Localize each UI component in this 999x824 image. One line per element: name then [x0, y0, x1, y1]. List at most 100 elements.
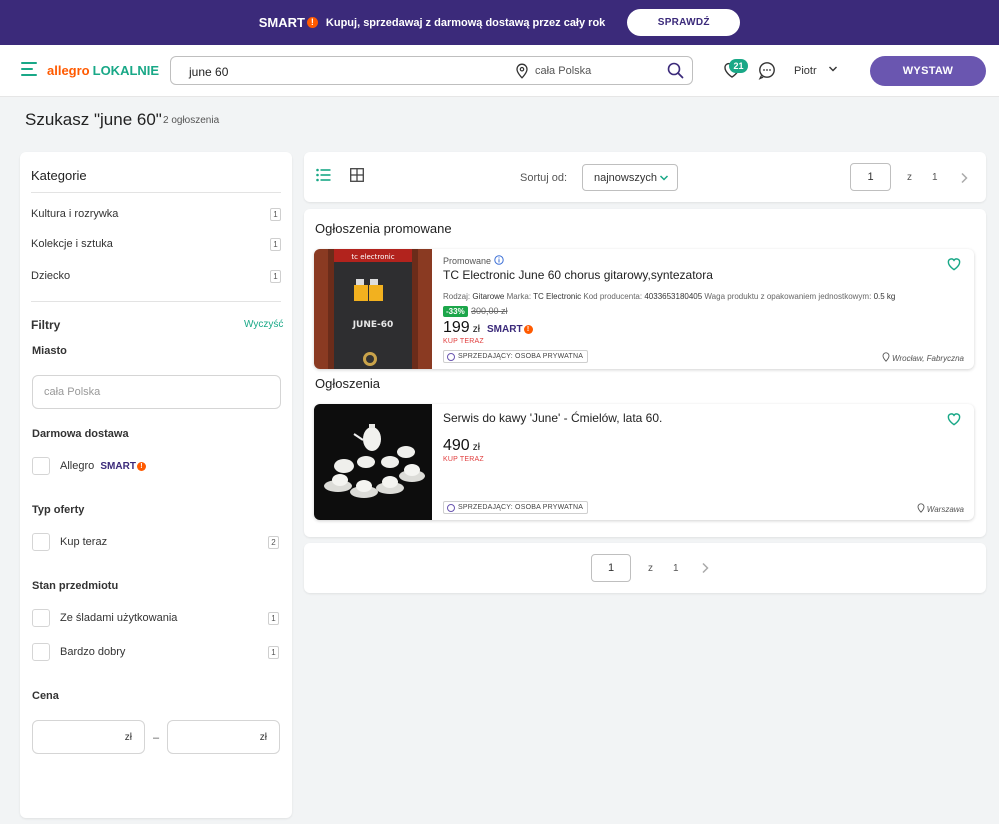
price-separator: –	[153, 732, 160, 744]
price-max-input[interactable]: zł	[167, 720, 280, 754]
listing-title[interactable]: Serwis do kawy 'June' - Ćmielów, lata 60…	[443, 411, 662, 425]
search-icon[interactable]	[667, 62, 684, 79]
grid-view-icon[interactable]	[350, 168, 364, 182]
results-count: 2 ogłoszenia	[163, 115, 220, 126]
sort-value: najnowszych	[594, 172, 657, 184]
smart-logo: SMART!	[100, 461, 146, 472]
smart-logo-text: SMART	[258, 15, 305, 30]
city-heading: Miasto	[32, 345, 67, 357]
listing-city-text: Wrocław, Fabryczna	[891, 354, 964, 363]
city-input[interactable]: cała Polska	[32, 375, 281, 409]
listing-city-text: Warszawa	[926, 505, 964, 514]
category-item[interactable]: Kolekcje i sztuka 1	[31, 238, 281, 254]
price-value: 490	[443, 437, 470, 454]
chevron-right-icon[interactable]	[960, 172, 968, 184]
listing-card[interactable]: Serwis do kawy 'June' - Ćmielów, lata 60…	[314, 404, 974, 520]
param-key: Kod producenta:	[583, 292, 643, 301]
category-label: Kolekcje i sztuka	[31, 238, 113, 250]
city-placeholder: cała Polska	[44, 386, 101, 398]
listing-params: Rodzaj: Gitarowe Marka: TC Electronic Ko…	[443, 292, 895, 301]
promoted-label: Promowane	[443, 255, 504, 266]
delivery-option-label: Allegro	[60, 460, 95, 472]
condition-used-label[interactable]: Ze śladami użytkowania	[60, 612, 177, 624]
smart-logo-text: SMART	[100, 461, 136, 472]
listing-title[interactable]: TC Electronic June 60 chorus gitarowy,sy…	[443, 268, 713, 282]
page-total: 1	[673, 563, 679, 574]
price-heading: Cena	[32, 690, 59, 702]
param-value: 0.5 kg	[873, 292, 896, 301]
category-count: 1	[270, 270, 281, 283]
condition-very-good-checkbox[interactable]	[32, 643, 50, 661]
smart-logo: SMART!	[487, 324, 533, 335]
price-value: 199	[443, 319, 470, 336]
filters-sidebar: Kategorie Kultura i rozrywka 1 Kolekcje i…	[20, 152, 292, 818]
page-title: Szukasz "june 60"	[25, 110, 162, 129]
category-label: Dziecko	[31, 270, 71, 282]
promoted-heading: Ogłoszenia promowane	[315, 221, 452, 236]
price-min-currency: zł	[124, 732, 132, 743]
categories-heading: Kategorie	[31, 168, 87, 183]
chevron-down-icon	[659, 175, 669, 181]
price-min-input[interactable]: zł	[32, 720, 145, 754]
page-input[interactable]: 1	[591, 554, 631, 582]
location-pin-icon	[516, 63, 528, 79]
sort-select[interactable]: najnowszych	[582, 164, 678, 191]
param-value: TC Electronic	[533, 292, 582, 301]
seller-badge: SPRZEDAJĄCY: OSOBA PRYWATNA	[443, 501, 589, 514]
condition-heading: Stan przedmiotu	[32, 580, 119, 592]
smart-logo-text: SMART	[487, 324, 523, 335]
buy-now-count: 2	[268, 536, 279, 549]
delivery-option[interactable]: Allegro SMART!	[60, 460, 146, 472]
user-menu[interactable]: Piotr	[794, 65, 817, 77]
old-price: 300,00 zł	[471, 306, 508, 316]
search-bar[interactable]: june 60 cała Polska	[170, 56, 693, 85]
chat-icon[interactable]	[757, 60, 777, 80]
listings-panel: Ogłoszenia promowane tc electronic JUNE-…	[304, 209, 986, 537]
page-input[interactable]: 1	[850, 163, 891, 191]
smart-badge-icon: !	[306, 17, 318, 28]
promoted-label-text: Promowane	[443, 256, 492, 266]
buy-now-label[interactable]: Kup teraz	[60, 536, 107, 548]
site-logo[interactable]: allegro LOKALNIE	[47, 63, 159, 78]
info-icon[interactable]	[493, 255, 504, 265]
buy-now-checkbox[interactable]	[32, 533, 50, 551]
menu-icon[interactable]	[21, 62, 37, 76]
page-total: 1	[932, 172, 938, 183]
buy-now-label: KUP TERAZ	[443, 338, 484, 345]
discount-badge: -33%	[443, 306, 468, 317]
listing-image[interactable]: tc electronic JUNE-60	[314, 249, 432, 369]
list-view-icon[interactable]	[316, 168, 331, 182]
smart-badge-icon: !	[523, 325, 533, 334]
listing-price: 490 zł	[443, 437, 480, 455]
offer-type-heading: Typ oferty	[32, 504, 85, 516]
heart-icon[interactable]	[946, 411, 962, 427]
param-key: Rodzaj:	[443, 292, 471, 301]
delivery-checkbox[interactable]	[32, 457, 50, 475]
chevron-right-icon[interactable]	[701, 562, 709, 574]
page-of-label: z	[648, 563, 653, 574]
condition-used-checkbox[interactable]	[32, 609, 50, 627]
heart-icon[interactable]	[946, 256, 962, 272]
listing-city: Warszawa	[917, 503, 964, 514]
search-input[interactable]: june 60	[189, 65, 228, 79]
page-of-label: z	[907, 172, 912, 183]
clear-filters-link[interactable]: Wyczyść	[244, 319, 283, 330]
condition-used-count: 1	[268, 612, 279, 625]
chevron-down-icon[interactable]	[828, 65, 838, 73]
watchlist-count-badge: 21	[729, 59, 748, 73]
image-model-text: JUNE-60	[352, 320, 394, 330]
category-count: 1	[270, 208, 281, 221]
param-value: 4033653180405	[644, 292, 703, 301]
listings-heading: Ogłoszenia	[315, 376, 381, 391]
sort-label: Sortuj od:	[520, 172, 568, 184]
category-item[interactable]: Dziecko 1	[31, 270, 281, 286]
category-item[interactable]: Kultura i rozrywka 1	[31, 208, 281, 224]
banner-check-button[interactable]: SPRAWDŹ	[627, 9, 741, 36]
condition-very-good-label[interactable]: Bardzo dobry	[60, 646, 125, 658]
location-input[interactable]: cała Polska	[535, 65, 591, 77]
post-listing-button[interactable]: WYSTAW	[870, 56, 986, 86]
divider	[31, 301, 281, 302]
listing-image[interactable]	[314, 404, 432, 520]
listing-card-promoted[interactable]: tc electronic JUNE-60 Promowane TC Elect…	[314, 249, 974, 369]
image-brand-text: tc electronic	[351, 253, 394, 261]
